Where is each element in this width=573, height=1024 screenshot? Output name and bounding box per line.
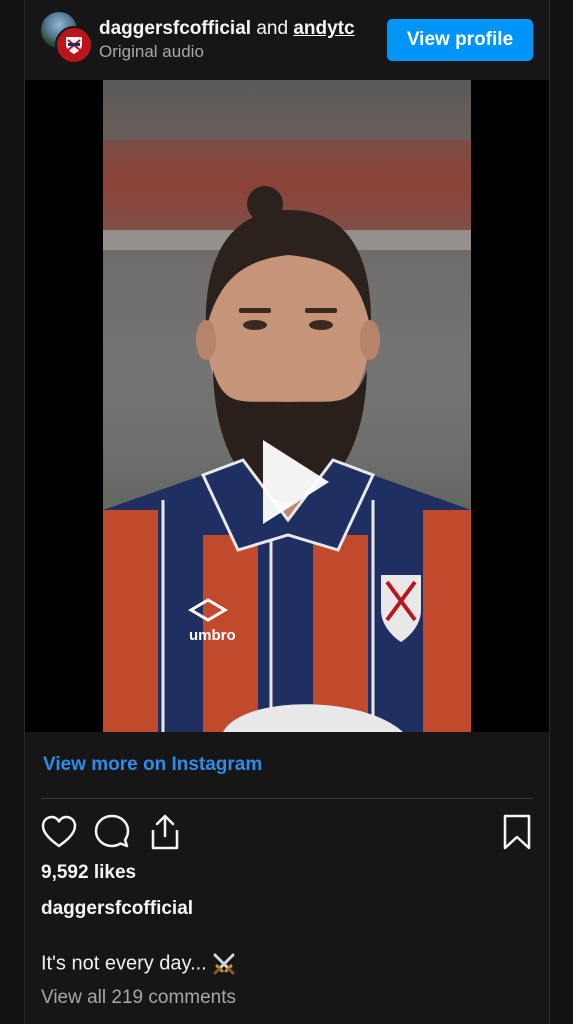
likes-count[interactable]: 9,592 likes — [41, 862, 136, 884]
post-title: daggersfcofficial and andytc — [99, 17, 364, 41]
like-heart-icon[interactable] — [39, 812, 79, 852]
avatar-stack[interactable] — [39, 10, 95, 66]
crest-icon — [66, 37, 82, 54]
save-bookmark-icon[interactable] — [497, 812, 537, 852]
play-icon[interactable] — [241, 432, 341, 532]
caption-text: It's not every day... — [41, 952, 207, 975]
video-thumbnail: umbro — [103, 140, 471, 732]
view-profile-button[interactable]: View profile — [387, 19, 533, 61]
instagram-embed-card: daggersfcofficial and andytc Original au… — [24, 0, 550, 1024]
divider — [41, 798, 533, 799]
share-icon[interactable] — [145, 812, 185, 852]
caption: It's not every day... — [41, 951, 237, 977]
video-player[interactable]: umbro — [25, 80, 549, 732]
video-frame[interactable]: umbro — [103, 80, 471, 732]
view-all-comments-link[interactable]: View all 219 comments — [41, 987, 236, 1009]
post-header: daggersfcofficial and andytc Original au… — [25, 0, 549, 80]
title-connector: and — [256, 18, 289, 39]
account-name-link[interactable]: daggersfcofficial — [99, 18, 251, 39]
header-text: daggersfcofficial and andytc Original au… — [99, 17, 364, 63]
caption-username[interactable]: daggersfcofficial — [41, 898, 193, 920]
crossed-swords-icon — [213, 953, 235, 975]
action-bar — [25, 808, 549, 852]
collaborator-link[interactable]: andytc — [293, 18, 354, 39]
club-crest-avatar[interactable] — [55, 26, 93, 64]
audio-subtitle[interactable]: Original audio — [99, 41, 364, 63]
jersey-brand-text: umbro — [189, 627, 236, 644]
comment-icon[interactable] — [92, 812, 132, 852]
view-more-link[interactable]: View more on Instagram — [43, 754, 262, 776]
